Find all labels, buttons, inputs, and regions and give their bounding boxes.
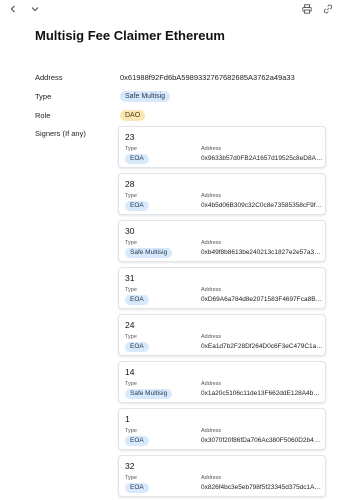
signer-address[interactable]: 0xD69A6a784d8e2071583F4697Fca8B3a1e0c5D2… bbox=[201, 296, 323, 303]
signer-type-badge: EOA bbox=[125, 154, 149, 164]
address-value: 0x61988f92Fd6bA5989332767682685A3762a49a… bbox=[120, 73, 295, 82]
signer-type-badge: EOA bbox=[125, 436, 149, 446]
signer-card: 28 Type Address EOA 0x4b5d06B309c32C0c8e… bbox=[118, 173, 326, 215]
signer-type-label: Type bbox=[125, 193, 137, 199]
signer-card: 24 Type Address EOA 0xEa1d7b2F28Df264D0c… bbox=[118, 314, 326, 356]
signer-card: 30 Type Address Safe Multisig 0xb49f8b86… bbox=[118, 220, 326, 262]
signer-address[interactable]: 0x1a20c5106c11de13F662ddE128A4b7e9c3F05D… bbox=[201, 390, 323, 397]
signer-type-badge: Safe Multisig bbox=[125, 389, 173, 399]
signer-type-badge: EOA bbox=[125, 295, 149, 305]
print-icon[interactable] bbox=[300, 2, 314, 16]
signer-type-badge: EOA bbox=[125, 342, 149, 352]
signers-label: Signers (If any) bbox=[35, 129, 86, 138]
signer-number: 23 bbox=[125, 132, 135, 142]
signer-number: 32 bbox=[125, 461, 135, 471]
signer-type-label: Type bbox=[125, 334, 137, 340]
signer-address-label: Address bbox=[201, 381, 222, 387]
signer-address-label: Address bbox=[201, 287, 222, 293]
signer-card: 14 Type Address Safe Multisig 0x1a20c510… bbox=[118, 361, 326, 403]
signer-address-label: Address bbox=[201, 475, 222, 481]
role-badge: DAO bbox=[120, 110, 146, 121]
signer-number: 30 bbox=[125, 226, 135, 236]
signer-address[interactable]: 0x826f4bc3e5eb798f5f23345d375dc1A9b2E8f0… bbox=[201, 484, 323, 491]
signer-number: 1 bbox=[125, 414, 130, 424]
type-label: Type bbox=[35, 92, 52, 101]
signer-number: 14 bbox=[125, 367, 135, 377]
signer-type-label: Type bbox=[125, 428, 137, 434]
signer-address[interactable]: 0x4b5d06B309c32C0c8e73585358cF9fA14E2e3a… bbox=[201, 202, 323, 209]
page-title: Multisig Fee Claimer Ethereum bbox=[35, 28, 225, 43]
signer-address[interactable]: 0xEa1d7b2F28Df264D0c6F3eC479C1a8d5B2e3F9… bbox=[201, 343, 323, 350]
signer-address-label: Address bbox=[201, 240, 222, 246]
signer-number: 24 bbox=[125, 320, 135, 330]
top-toolbar bbox=[0, 0, 341, 18]
signer-type-label: Type bbox=[125, 287, 137, 293]
signer-type-badge: EOA bbox=[125, 483, 149, 493]
chevron-down-icon[interactable] bbox=[28, 2, 42, 16]
signer-address-label: Address bbox=[201, 146, 222, 152]
signer-number: 28 bbox=[125, 179, 135, 189]
signer-type-label: Type bbox=[125, 240, 137, 246]
signer-type-label: Type bbox=[125, 381, 137, 387]
signer-type-badge: EOA bbox=[125, 201, 149, 211]
signer-card: 32 Type Address EOA 0x826f4bc3e5eb798f5f… bbox=[118, 455, 326, 497]
signer-address[interactable]: 0x9633b57d0FB2A1657d19525c8eD8A1c6C5a9f2… bbox=[201, 155, 323, 162]
signer-type-label: Type bbox=[125, 146, 137, 152]
signer-number: 31 bbox=[125, 273, 135, 283]
signer-address[interactable]: 0x3070f20f86fDa706Ac380F5060D2b4a19c8E7f… bbox=[201, 437, 323, 444]
type-badge: Safe Multisig bbox=[120, 91, 171, 102]
signer-address[interactable]: 0xb49f8b8613be240213c1827e2e57a3d7C0F2A8… bbox=[201, 249, 323, 256]
signer-address-label: Address bbox=[201, 428, 222, 434]
role-label: Role bbox=[35, 111, 51, 120]
signer-type-label: Type bbox=[125, 475, 137, 481]
signer-card: 31 Type Address EOA 0xD69A6a784d8e207158… bbox=[118, 267, 326, 309]
chevron-left-icon[interactable] bbox=[6, 2, 20, 16]
signer-card: 1 Type Address EOA 0x3070f20f86fDa706Ac3… bbox=[118, 408, 326, 450]
address-label: Address bbox=[35, 73, 63, 82]
signer-card: 23 Type Address EOA 0x9633b57d0FB2A1657d… bbox=[118, 126, 326, 168]
signer-address-label: Address bbox=[201, 334, 222, 340]
signer-address-label: Address bbox=[201, 193, 222, 199]
signer-type-badge: Safe Multisig bbox=[125, 248, 173, 258]
link-icon[interactable] bbox=[321, 2, 335, 16]
